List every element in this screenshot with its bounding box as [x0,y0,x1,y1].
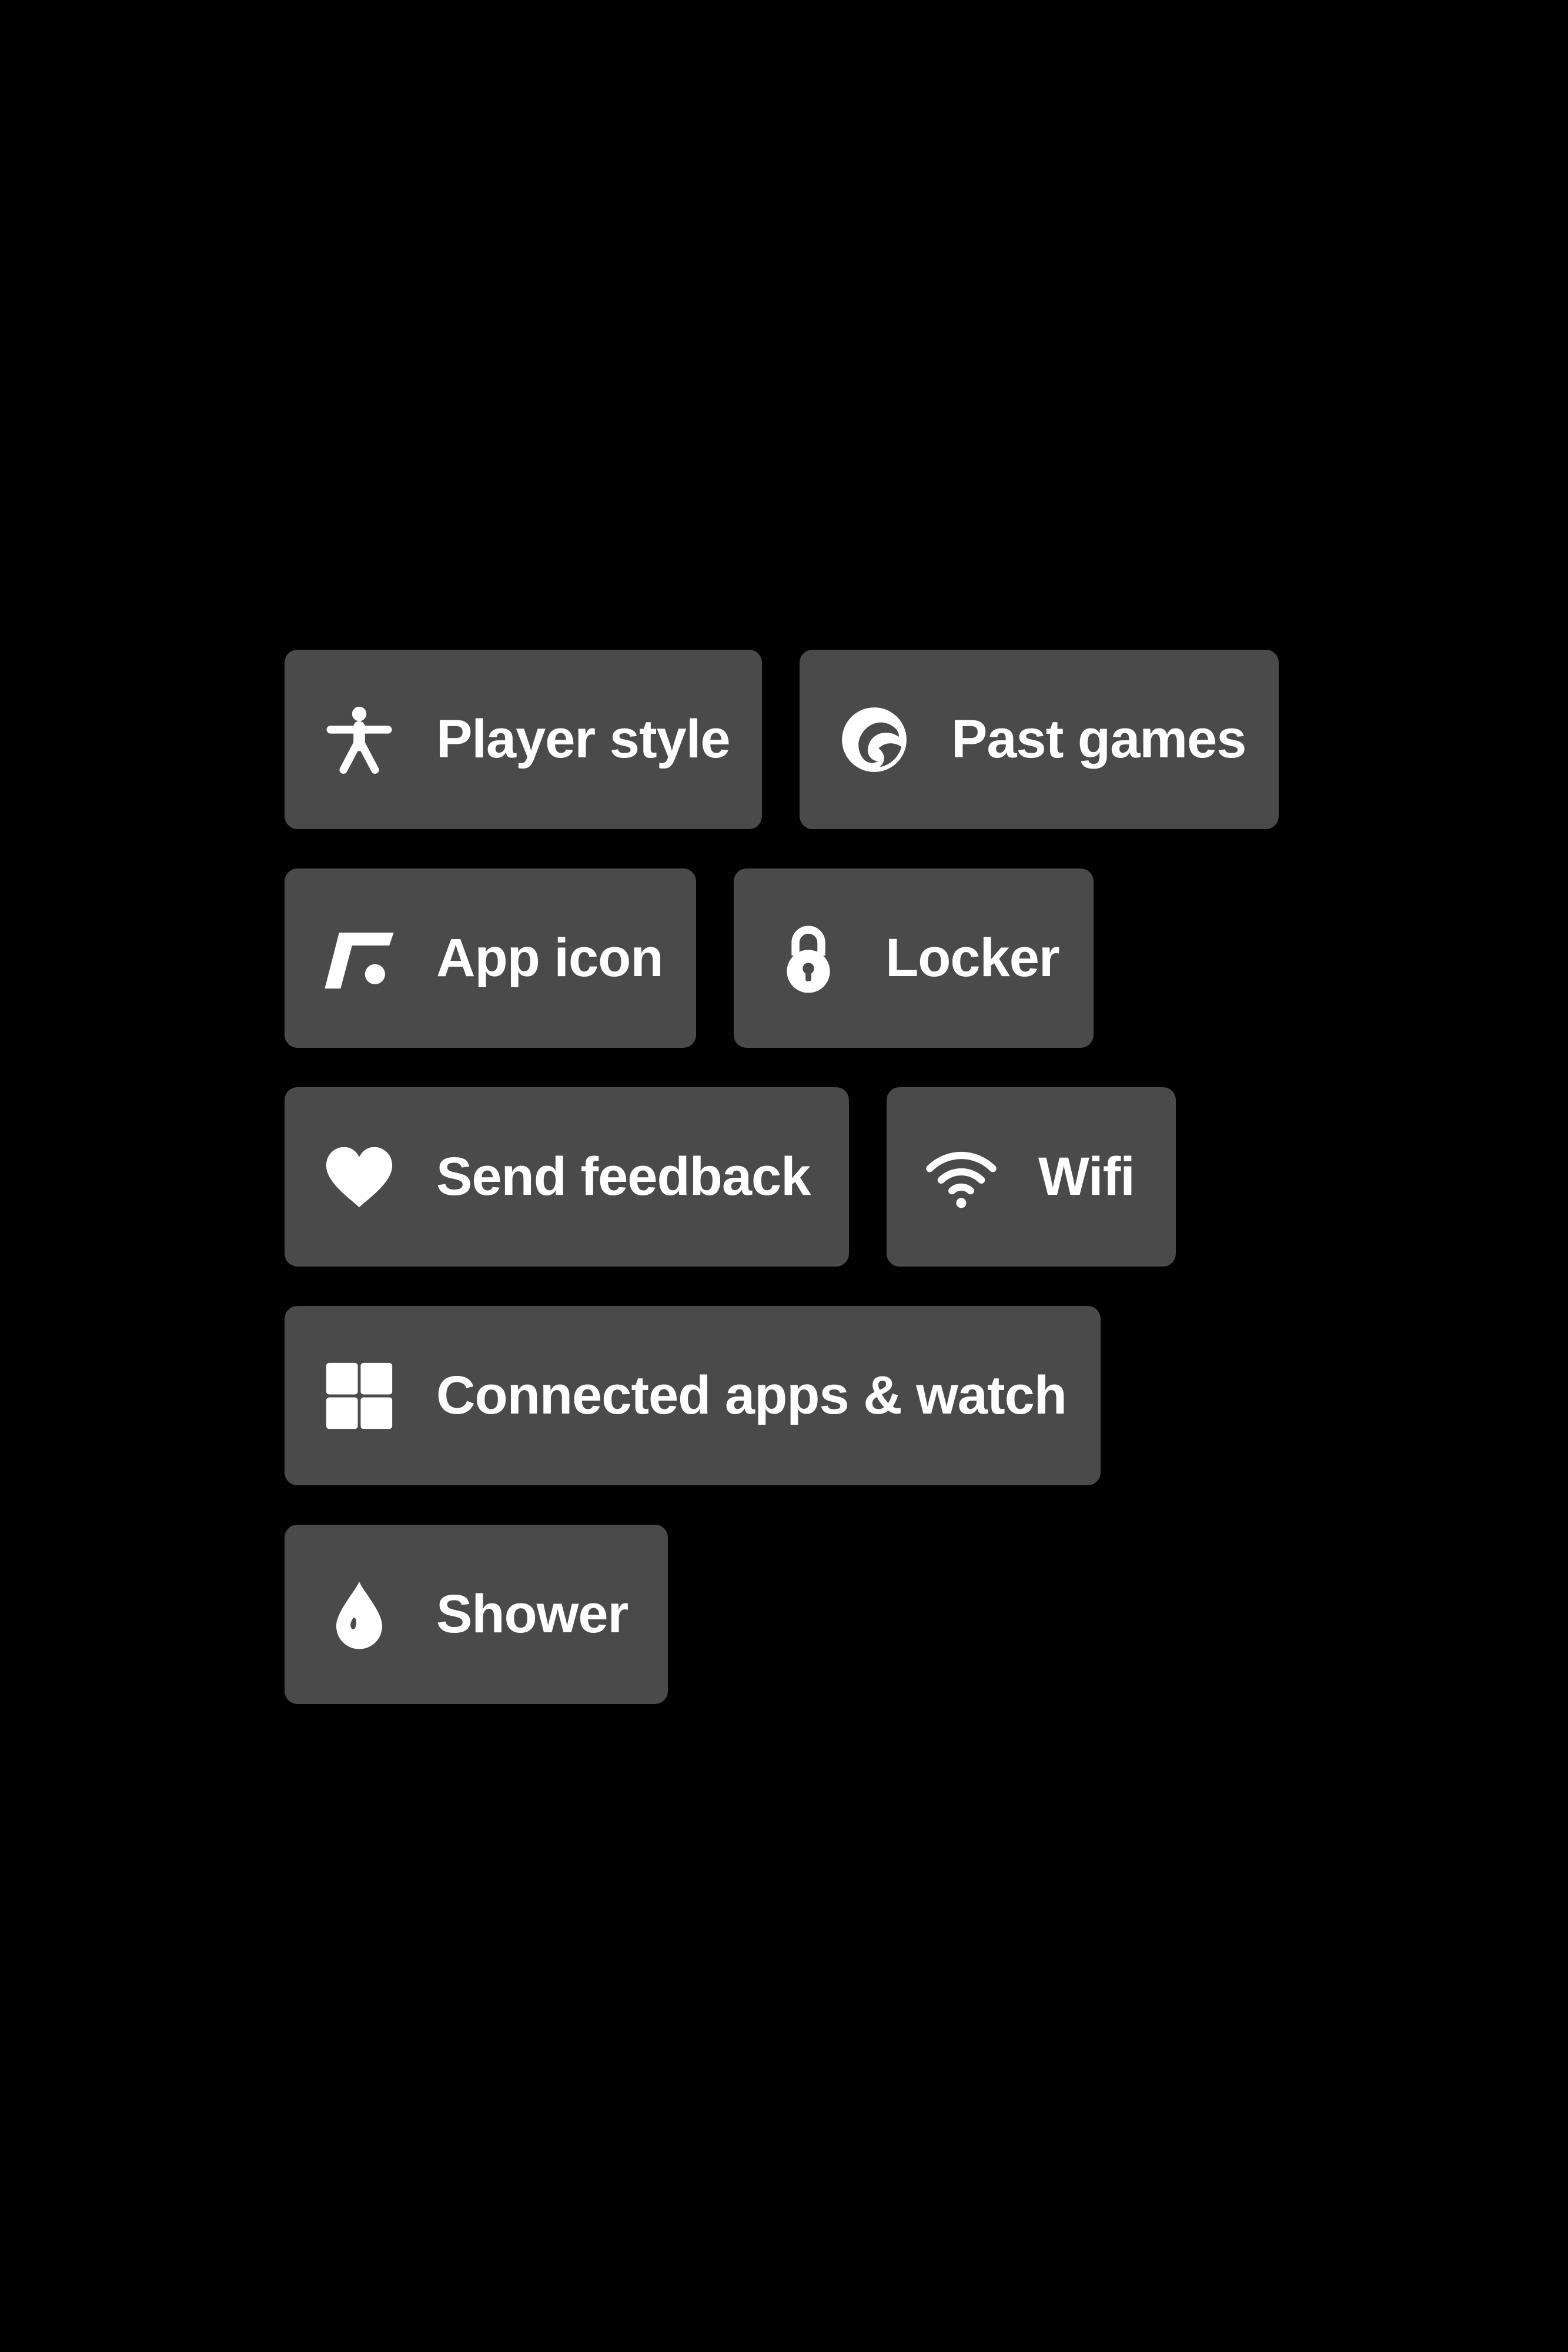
person-figure-icon [323,704,395,776]
settings-menu: Player style Past games App icon Locker … [0,0,1568,2352]
heart-icon [323,1141,395,1213]
app-icon-label: App icon [436,928,664,988]
grid-squares-icon [323,1360,395,1432]
player-style-button[interactable]: Player style [285,650,762,829]
connected-apps-watch-button[interactable]: Connected apps & watch [285,1306,1101,1485]
wifi-button[interactable]: Wifi [887,1087,1176,1267]
shower-button[interactable]: Shower [285,1525,668,1704]
past-games-label: Past games [951,709,1246,769]
water-drop-icon [323,1579,395,1651]
send-feedback-button[interactable]: Send feedback [285,1087,849,1267]
shower-label: Shower [436,1584,628,1644]
lock-icon [773,923,844,994]
locker-label: Locker [885,928,1060,988]
wifi-label: Wifi [1038,1147,1135,1207]
swirl-logo-icon [838,704,910,776]
connected-apps-watch-label: Connected apps & watch [436,1365,1067,1425]
app-logo-icon [323,923,395,994]
app-icon-button[interactable]: App icon [285,868,696,1048]
player-style-label: Player style [436,709,730,769]
send-feedback-label: Send feedback [436,1147,811,1207]
locker-button[interactable]: Locker [734,868,1094,1048]
wifi-icon [925,1141,997,1213]
past-games-button[interactable]: Past games [800,650,1279,829]
